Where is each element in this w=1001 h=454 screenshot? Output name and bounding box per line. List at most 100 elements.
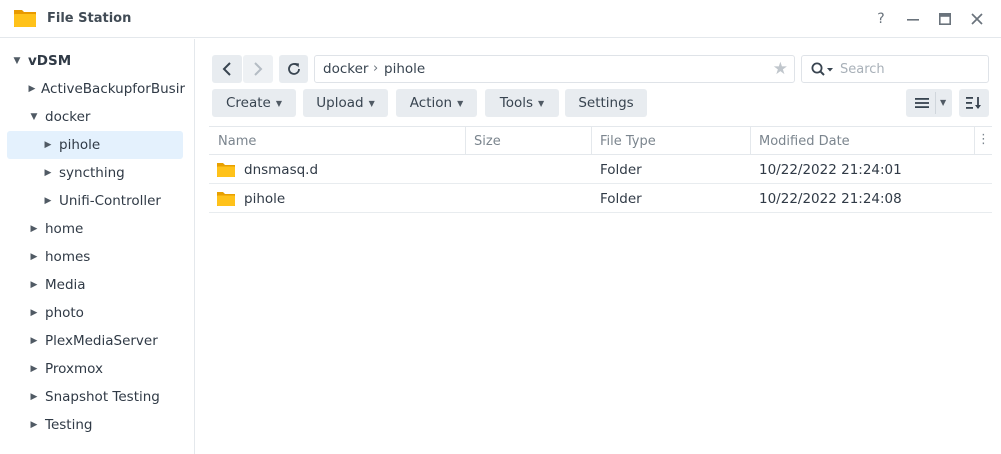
tree-item-proxmox[interactable]: ▶ Proxmox xyxy=(27,355,185,383)
tree-item-activebackup[interactable]: ▶ ActiveBackupforBusir xyxy=(27,75,185,103)
tree-item-testing[interactable]: ▶ Testing xyxy=(27,411,185,439)
caret-right-icon[interactable]: ▶ xyxy=(27,392,41,402)
tools-button[interactable]: Tools ▼ xyxy=(485,89,559,117)
caret-down-icon: ▼ xyxy=(538,98,545,108)
column-options-icon[interactable]: ⋮ xyxy=(977,132,990,147)
caret-right-icon[interactable]: ▶ xyxy=(27,84,37,94)
maximize-button[interactable] xyxy=(936,10,954,28)
caret-right-icon[interactable]: ▶ xyxy=(27,336,41,346)
tree-item-label: syncthing xyxy=(59,165,125,181)
column-divider[interactable] xyxy=(591,127,592,155)
caret-down-icon: ▼ xyxy=(368,98,375,108)
file-row[interactable]: dnsmasq.d Folder 10/22/2022 21:24:01 xyxy=(209,155,992,184)
view-mode-button[interactable]: ▼ xyxy=(906,89,952,117)
tree-item-plexmediaserver[interactable]: ▶ PlexMediaServer xyxy=(27,327,185,355)
tree-item-syncthing[interactable]: ▶ syncthing xyxy=(41,159,185,187)
folder-icon xyxy=(217,192,235,206)
caret-right-icon[interactable]: ▶ xyxy=(41,168,55,178)
caret-down-icon: ▼ xyxy=(275,98,282,108)
file-list-header: Name Size File Type Modified Date ⋮ xyxy=(209,126,992,155)
upload-label: Upload xyxy=(316,95,364,111)
help-button[interactable]: ? xyxy=(872,10,890,28)
action-label: Action xyxy=(409,95,453,111)
settings-button[interactable]: Settings xyxy=(565,89,647,117)
search-input[interactable] xyxy=(840,60,980,78)
refresh-button[interactable] xyxy=(279,55,308,83)
close-button[interactable] xyxy=(968,10,986,28)
tree-item-label: docker xyxy=(45,109,91,125)
forward-button[interactable] xyxy=(243,55,273,83)
caret-right-icon[interactable]: ▶ xyxy=(27,280,41,290)
sort-icon xyxy=(966,97,981,109)
maximize-icon xyxy=(939,13,951,25)
caret-right-icon[interactable]: ▶ xyxy=(27,308,41,318)
tree-item-label: ActiveBackupforBusir xyxy=(41,81,185,97)
tree-item-media[interactable]: ▶ Media xyxy=(27,271,185,299)
tree-root-vdsm[interactable]: ▼ vDSM xyxy=(10,47,185,75)
tools-label: Tools xyxy=(499,95,534,111)
file-station-icon xyxy=(14,10,36,27)
breadcrumb-separator-icon: › xyxy=(373,61,379,76)
tree-item-label: Testing xyxy=(45,417,93,433)
list-view-icon xyxy=(915,98,929,108)
tree-item-label: Media xyxy=(45,277,86,293)
create-button[interactable]: Create ▼ xyxy=(212,89,296,117)
star-icon[interactable]: ★ xyxy=(773,59,788,79)
caret-right-icon[interactable]: ▶ xyxy=(27,252,41,262)
search-icon[interactable] xyxy=(811,62,835,77)
chevron-right-icon xyxy=(254,62,263,76)
caret-down-icon[interactable]: ▼ xyxy=(27,112,41,122)
caret-right-icon[interactable]: ▶ xyxy=(41,196,55,206)
column-divider[interactable] xyxy=(974,127,975,155)
caret-down-icon[interactable]: ▼ xyxy=(940,98,946,107)
sort-button[interactable] xyxy=(959,89,989,117)
file-row[interactable]: pihole Folder 10/22/2022 21:24:08 xyxy=(209,184,992,213)
file-modified-date: 10/22/2022 21:24:01 xyxy=(759,162,902,178)
tree-item-label: Unifi-Controller xyxy=(59,193,161,209)
folder-icon xyxy=(217,163,235,177)
folder-tree: ▼ vDSM ▶ ActiveBackupforBusir ▼ docker ▶… xyxy=(0,39,195,454)
caret-down-icon[interactable]: ▼ xyxy=(10,56,24,66)
column-divider[interactable] xyxy=(465,127,466,155)
search-box[interactable] xyxy=(801,55,989,83)
column-divider[interactable] xyxy=(750,127,751,155)
breadcrumb-pihole[interactable]: pihole xyxy=(384,61,425,77)
tree-item-label: Proxmox xyxy=(45,361,103,377)
caret-right-icon[interactable]: ▶ xyxy=(27,364,41,374)
tree-item-pihole[interactable]: ▶ pihole xyxy=(7,131,183,159)
caret-right-icon[interactable]: ▶ xyxy=(41,140,55,150)
tree-item-homes[interactable]: ▶ homes xyxy=(27,243,185,271)
tree-item-home[interactable]: ▶ home xyxy=(27,215,185,243)
column-header-file-type[interactable]: File Type xyxy=(600,134,656,149)
refresh-icon xyxy=(287,63,300,75)
minimize-icon xyxy=(907,19,919,21)
file-name: pihole xyxy=(244,191,286,207)
tree-item-snapshot-testing[interactable]: ▶ Snapshot Testing xyxy=(27,383,185,411)
create-label: Create xyxy=(225,95,271,111)
file-type: Folder xyxy=(600,191,642,207)
breadcrumb-docker[interactable]: docker xyxy=(323,61,368,77)
back-button[interactable] xyxy=(212,55,242,83)
file-modified-date: 10/22/2022 21:24:08 xyxy=(759,191,902,207)
column-header-size[interactable]: Size xyxy=(474,134,501,149)
caret-right-icon[interactable]: ▶ xyxy=(27,224,41,234)
caret-right-icon[interactable]: ▶ xyxy=(27,420,41,430)
tree-item-label: photo xyxy=(45,305,84,321)
tree-item-unifi-controller[interactable]: ▶ Unifi-Controller xyxy=(41,187,185,215)
tree-item-label: PlexMediaServer xyxy=(45,333,158,349)
file-type: Folder xyxy=(600,162,642,178)
close-icon xyxy=(971,13,983,25)
title-bar: File Station ? xyxy=(0,0,1001,38)
column-header-modified-date[interactable]: Modified Date xyxy=(759,134,850,149)
tree-item-photo[interactable]: ▶ photo xyxy=(27,299,185,327)
tree-item-label: vDSM xyxy=(28,53,72,69)
upload-button[interactable]: Upload ▼ xyxy=(303,89,388,117)
action-button[interactable]: Action ▼ xyxy=(396,89,477,117)
column-header-name[interactable]: Name xyxy=(218,134,256,149)
minimize-button[interactable] xyxy=(904,10,922,28)
path-bar[interactable]: docker › pihole ★ xyxy=(314,55,795,83)
tree-item-label: home xyxy=(45,221,84,237)
caret-down-icon: ▼ xyxy=(457,98,464,108)
tree-item-docker[interactable]: ▼ docker xyxy=(27,103,185,131)
chevron-left-icon xyxy=(222,62,231,76)
